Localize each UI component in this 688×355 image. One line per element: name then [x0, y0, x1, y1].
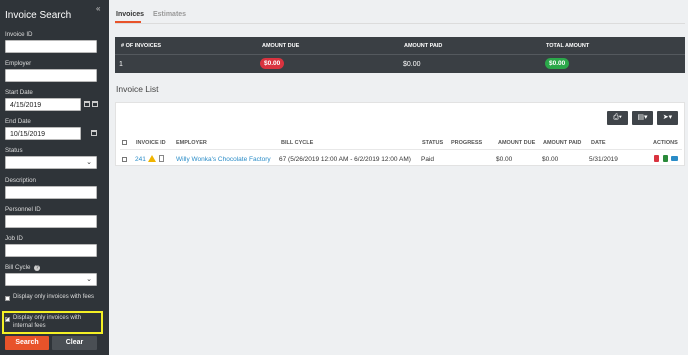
chevron-down-icon: ⌄: [86, 276, 92, 283]
bill-cycle-select[interactable]: ⌄: [5, 273, 97, 286]
amount-due-cell: $0.00: [496, 156, 513, 163]
col-date[interactable]: DATE: [591, 140, 606, 146]
print-icon: ⎙▾: [613, 114, 622, 121]
amount-paid-cell: $0.00: [542, 156, 559, 163]
fees-checkbox-label: Display only invoices with fees: [13, 294, 95, 300]
summary-count-value: 1: [119, 61, 123, 68]
tab-divider: [115, 23, 685, 24]
bill-cycle-label-wrap: Bill Cycle ?: [5, 264, 41, 271]
bill-cycle-label: Bill Cycle: [5, 264, 31, 271]
send-button[interactable]: ➤▾: [657, 111, 678, 125]
warning-icon: [148, 155, 156, 162]
sidebar-title: Invoice Search: [5, 10, 72, 21]
search-sidebar: Invoice Search « Invoice ID Employer Sta…: [0, 0, 109, 355]
summary-header-total: TOTAL AMOUNT: [546, 43, 590, 49]
help-icon[interactable]: ?: [34, 265, 41, 271]
row-checkbox[interactable]: [122, 157, 127, 162]
header-divider: [120, 149, 682, 150]
summary-header-count: # OF INVOICES: [121, 43, 162, 49]
invoice-list-title: Invoice List: [116, 84, 159, 94]
status-cell: Paid: [421, 156, 435, 163]
export-icon: ▤▾: [637, 114, 648, 121]
col-actions: ACTIONS: [653, 140, 678, 146]
document-icon[interactable]: [159, 155, 164, 162]
start-date-label: Start Date: [5, 89, 33, 96]
status-select[interactable]: ⌄: [5, 156, 97, 169]
end-date-input[interactable]: 10/15/2019: [5, 127, 81, 140]
tab-estimates[interactable]: Estimates: [153, 11, 186, 18]
personnel-id-input[interactable]: [5, 215, 97, 228]
col-amount-paid[interactable]: AMOUNT PAID: [543, 140, 581, 146]
description-input[interactable]: [5, 186, 97, 199]
employer-label: Employer: [5, 60, 32, 67]
export-button[interactable]: ▤▾: [632, 111, 653, 125]
send-icon: ➤▾: [662, 114, 673, 121]
invoice-list-panel: ⎙▾ ▤▾ ➤▾ INVOICE ID EMPLOYER BILL CYCLE …: [115, 102, 685, 166]
start-date-input[interactable]: 4/15/2019: [5, 98, 81, 111]
personnel-id-label: Personnel ID: [5, 206, 41, 213]
col-employer[interactable]: EMPLOYER: [176, 140, 207, 146]
calendar-icon[interactable]: [92, 101, 98, 107]
summary-header-due: AMOUNT DUE: [262, 43, 300, 49]
status-label: Status: [5, 147, 23, 154]
invoice-id-label: Invoice ID: [5, 31, 33, 38]
select-all-checkbox[interactable]: [122, 140, 127, 145]
col-amount-due[interactable]: AMOUNT DUE: [498, 140, 535, 146]
internal-fees-checkbox-label: Display only invoices with internal fees: [13, 315, 82, 329]
amount-paid-value: $0.00: [403, 61, 421, 68]
collapse-sidebar-icon[interactable]: «: [96, 4, 100, 13]
date-cell: 5/31/2019: [589, 156, 618, 163]
internal-fees-filter-row: Display only invoices with internal fees: [5, 314, 97, 330]
col-bill-cycle[interactable]: BILL CYCLE: [281, 140, 313, 146]
invoice-id-input[interactable]: [5, 40, 97, 53]
calendar-icon[interactable]: [84, 101, 90, 107]
job-id-label: Job ID: [5, 235, 23, 242]
fees-filter-row: Display only invoices with fees: [5, 293, 97, 301]
clear-button[interactable]: Clear: [52, 336, 97, 350]
chevron-down-icon: ⌄: [86, 159, 92, 166]
employer-link[interactable]: Willy Wonka's Chocolate Factory: [176, 156, 271, 163]
search-button[interactable]: Search: [5, 336, 49, 350]
employer-input[interactable]: [5, 69, 97, 82]
amount-due-badge: $0.00: [260, 58, 285, 69]
col-progress[interactable]: PROGRESS: [451, 140, 482, 146]
internal-fees-checkbox[interactable]: [5, 315, 10, 323]
total-amount-badge: $0.00: [545, 58, 570, 69]
summary-header-paid: AMOUNT PAID: [404, 43, 443, 49]
bill-cycle-cell: 67 (5/26/2019 12:00 AM - 6/2/2019 12:00 …: [279, 156, 411, 163]
summary-divider: [115, 54, 685, 55]
invoice-summary: # OF INVOICES AMOUNT DUE AMOUNT PAID TOT…: [115, 37, 685, 73]
pdf-icon[interactable]: [654, 155, 659, 162]
job-id-input[interactable]: [5, 244, 97, 257]
excel-icon[interactable]: [663, 155, 668, 162]
col-invoice-id[interactable]: INVOICE ID: [136, 140, 166, 146]
fees-checkbox[interactable]: [5, 296, 10, 301]
invoice-id-link[interactable]: 241: [135, 156, 146, 163]
col-status[interactable]: STATUS: [422, 140, 443, 146]
tab-invoices[interactable]: Invoices: [116, 11, 144, 18]
email-icon[interactable]: [671, 156, 678, 161]
end-date-label: End Date: [5, 118, 31, 125]
description-label: Description: [5, 177, 36, 184]
print-button[interactable]: ⎙▾: [607, 111, 628, 125]
calendar-icon[interactable]: [91, 130, 97, 136]
